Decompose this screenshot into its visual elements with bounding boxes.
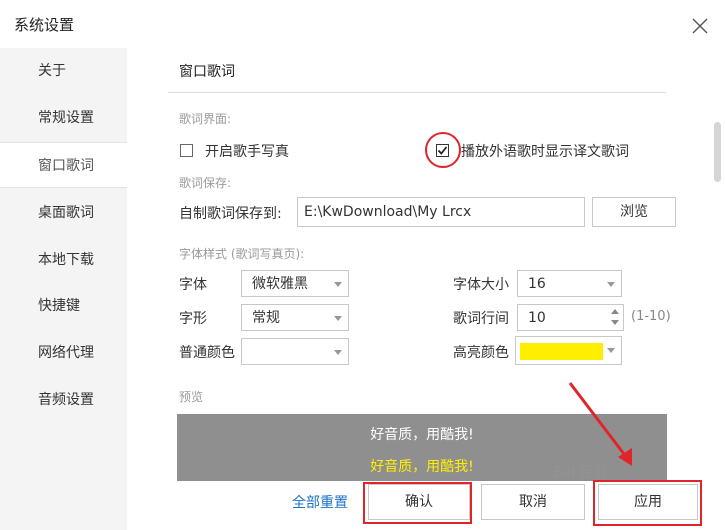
stepper-down-icon[interactable]	[611, 320, 619, 325]
browse-button[interactable]: 浏览	[592, 197, 676, 227]
translation-label: 播放外语歌时显示译文歌词	[461, 144, 629, 160]
chevron-down-icon	[334, 282, 342, 287]
font-select-value: 微软雅黑	[252, 276, 308, 292]
save-path-input[interactable]: E:\KwDownload\My Lrcx	[297, 197, 585, 227]
artist-photo-checkbox[interactable]	[180, 144, 193, 157]
annotation-arrow-icon	[568, 382, 632, 466]
sidebar-item-window-lyrics[interactable]: 窗口歌词	[0, 142, 127, 188]
normal-color-select[interactable]	[241, 338, 349, 365]
section-divider	[168, 92, 666, 93]
title-bar: 系统设置	[0, 0, 725, 48]
highlight-rect-confirm	[363, 482, 472, 524]
font-size-select[interactable]: 16	[517, 270, 622, 297]
line-spacing-stepper[interactable]: 10	[517, 304, 624, 331]
sidebar-item-shortcuts[interactable]: 快捷键	[0, 283, 127, 329]
scrollbar[interactable]	[714, 122, 721, 182]
close-icon[interactable]	[692, 18, 708, 34]
highlight-circle	[425, 132, 461, 168]
line-spacing-value: 10	[528, 310, 546, 326]
chevron-down-icon	[334, 316, 342, 321]
highlight-color-select[interactable]	[515, 336, 622, 365]
highlight-color-label: 高亮颜色	[453, 345, 509, 361]
sidebar-item-local-download[interactable]: 本地下载	[0, 237, 127, 283]
font-shape-value: 常规	[252, 310, 280, 326]
chevron-down-icon	[334, 350, 342, 355]
color-swatch	[520, 343, 603, 360]
stepper-up-icon[interactable]	[611, 309, 619, 314]
save-path-label: 自制歌词保存到:	[179, 206, 282, 222]
normal-color-label: 普通颜色	[179, 345, 235, 361]
cancel-button[interactable]: 取消	[481, 484, 585, 520]
sidebar-item-proxy[interactable]: 网络代理	[0, 330, 127, 376]
line-spacing-range: (1-10)	[631, 309, 671, 324]
font-shape-label: 字形	[179, 311, 207, 327]
sidebar-item-desktop-lyrics[interactable]: 桌面歌词	[0, 190, 127, 236]
highlight-rect-apply	[593, 480, 702, 526]
font-label: 字体	[179, 277, 207, 293]
preview-label: 预览	[179, 390, 204, 404]
line-spacing-label: 歌词行间	[453, 311, 509, 327]
window-title: 系统设置	[14, 16, 75, 34]
watermark: Bai 经验	[553, 465, 608, 481]
sidebar-item-general[interactable]: 常规设置	[0, 95, 127, 141]
font-size-label: 字体大小	[453, 277, 509, 293]
reset-all-link[interactable]: 全部重置	[292, 492, 348, 512]
font-size-value: 16	[528, 276, 546, 292]
sidebar-item-audio[interactable]: 音频设置	[0, 377, 127, 423]
settings-sidebar: 关于 常规设置 窗口歌词 桌面歌词 本地下载 快捷键 网络代理 音频设置	[0, 48, 127, 530]
sidebar-item-about[interactable]: 关于	[0, 48, 127, 94]
chevron-down-icon	[607, 348, 615, 353]
font-style-group-label: 字体样式 (歌词写真页):	[179, 247, 305, 261]
font-select[interactable]: 微软雅黑	[241, 270, 349, 297]
lyrics-save-group-label: 歌词保存:	[179, 176, 232, 190]
font-shape-select[interactable]: 常规	[241, 304, 349, 331]
lyrics-ui-group-label: 歌词界面:	[179, 112, 232, 126]
artist-photo-label: 开启歌手写真	[205, 144, 289, 160]
section-title: 窗口歌词	[179, 64, 235, 80]
chevron-down-icon	[607, 282, 615, 287]
